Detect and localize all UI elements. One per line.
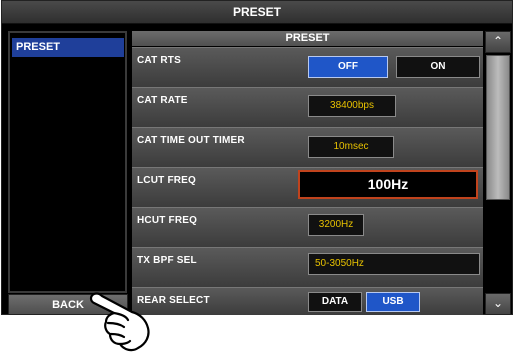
radio-screen: PRESET PRESET BACK PRESET CAT RTS OFF ON… <box>1 0 513 315</box>
tx-bpf-sel-value[interactable]: 50-3050Hz <box>308 253 480 275</box>
setting-row-cat-rts: CAT RTS OFF ON <box>132 47 483 87</box>
setting-label: TX BPF SEL <box>137 255 197 266</box>
rear-select-usb-button[interactable]: USB <box>366 292 420 312</box>
setting-label: CAT TIME OUT TIMER <box>137 135 245 146</box>
scroll-up-button[interactable]: ⌃ <box>485 31 511 53</box>
chevron-up-icon: ⌃ <box>492 34 504 48</box>
setting-label: CAT RATE <box>137 95 188 106</box>
cat-timeout-value[interactable]: 10msec <box>308 136 394 158</box>
scroll-down-button[interactable]: ⌄ <box>485 293 511 315</box>
setting-row-hcut-freq: HCUT FREQ 3200Hz <box>132 207 483 247</box>
setting-row-lcut-freq: LCUT FREQ 100Hz <box>132 167 483 207</box>
main-header: PRESET <box>132 31 483 46</box>
setting-row-tx-bpf-sel: TX BPF SEL 50-3050Hz <box>132 247 483 287</box>
chevron-down-icon: ⌄ <box>492 296 504 310</box>
pointing-hand-icon <box>89 292 150 352</box>
setting-row-cat-rate: CAT RATE 38400bps <box>132 87 483 127</box>
scroll-thumb[interactable] <box>486 55 510 200</box>
window-title: PRESET <box>2 1 512 24</box>
setting-row-cat-timeout: CAT TIME OUT TIMER 10msec <box>132 127 483 167</box>
hcut-freq-value[interactable]: 3200Hz <box>308 214 364 236</box>
cat-rate-value[interactable]: 38400bps <box>308 95 396 117</box>
setting-label: LCUT FREQ <box>137 175 197 186</box>
cat-rts-off-button[interactable]: OFF <box>308 56 388 78</box>
preset-list-panel: PRESET <box>8 31 127 293</box>
scrollbar[interactable]: ⌃ ⌄ <box>485 31 511 315</box>
lcut-freq-value[interactable]: 100Hz <box>298 170 478 199</box>
setting-label: CAT RTS <box>137 55 181 66</box>
sidebar-item-preset[interactable]: PRESET <box>12 38 124 57</box>
setting-row-rear-select: REAR SELECT DATA USB <box>132 287 483 315</box>
cat-rts-on-button[interactable]: ON <box>396 56 480 78</box>
rear-select-data-button[interactable]: DATA <box>308 292 362 312</box>
setting-label: HCUT FREQ <box>137 215 198 226</box>
